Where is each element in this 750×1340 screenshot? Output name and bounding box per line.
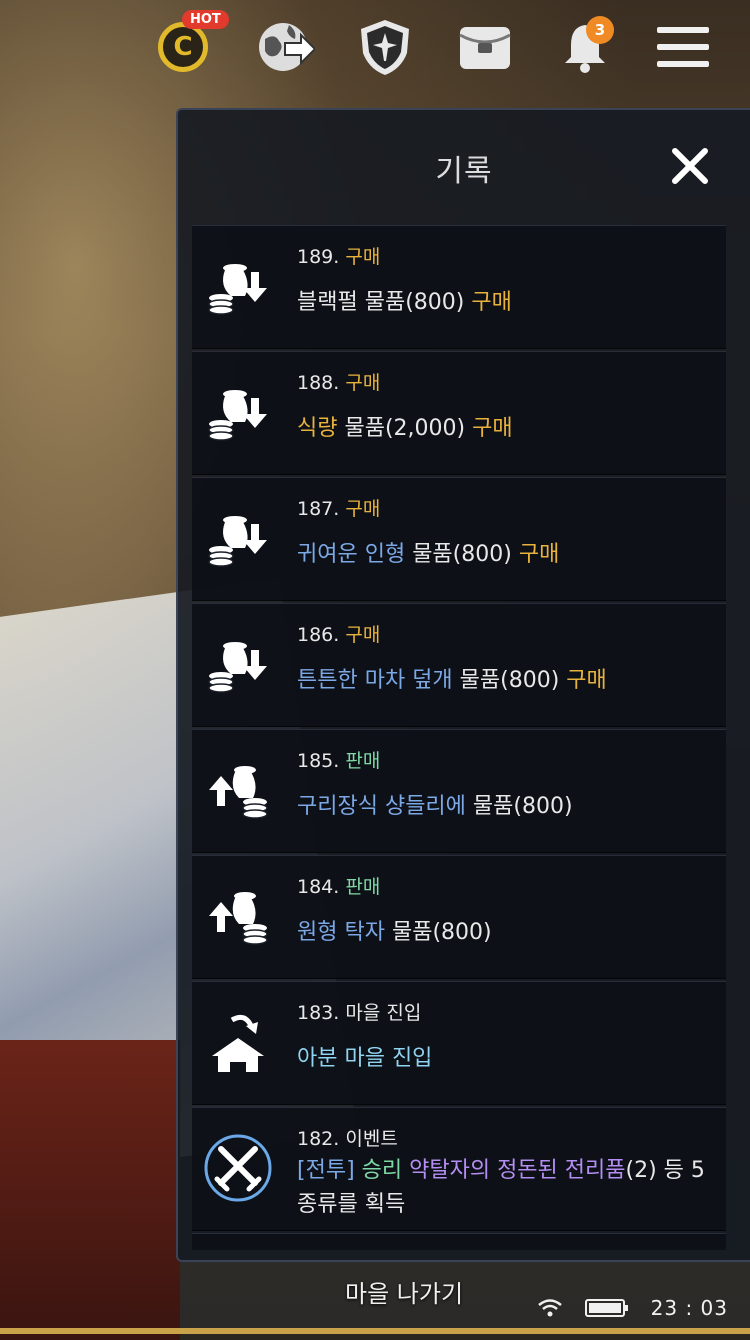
entry-text-segment: [전투] [297, 1158, 362, 1183]
entry-text-segment: 물품(2,000) [337, 416, 473, 441]
entry-description: 귀여운 인형 물품(800) 구매 [297, 538, 716, 572]
entry-header: 188. 구매 [297, 368, 380, 395]
clock-time: 23 : 03 [650, 1296, 728, 1320]
close-icon [672, 148, 708, 184]
entry-description: 원형 탁자 물품(800) [297, 916, 716, 950]
hot-badge: HOT [182, 10, 229, 29]
guild-shield-icon [361, 20, 409, 75]
entry-description: 블랙펄 물품(800) 구매 [297, 286, 716, 320]
record-panel: 기록 189. 구매 블랙펄 물품(800) 구매 188. 구매 식량 물품(2,0… [176, 108, 750, 1262]
mailbox-icon [459, 27, 511, 69]
entry-text-segment: 구매 [566, 668, 607, 693]
world-exit-button[interactable] [252, 14, 318, 80]
entry-header: 184. 판매 [297, 872, 380, 899]
entry-text-segment: 원형 탁자 [297, 920, 385, 945]
crossed-swords-icon [202, 1132, 274, 1204]
battery-icon [584, 1299, 628, 1317]
entry-type: 마을 진입 [345, 1002, 422, 1024]
entry-description: 식량 물품(2,000) 구매 [297, 412, 716, 446]
entry-number: 186. [297, 624, 340, 646]
coin-icon: C [158, 22, 208, 72]
entry-text-segment: 블랙펄 물품(800) [297, 290, 472, 315]
panel-header: 기록 [178, 110, 750, 220]
entry-type: 구매 [345, 624, 381, 646]
entry-type: 구매 [345, 498, 381, 520]
entry-description: 구리장식 샹들리에 물품(800) [297, 790, 716, 824]
bottom-strip [0, 1328, 750, 1334]
village-enter-icon [202, 1006, 274, 1078]
coin-shop-button[interactable]: C HOT [150, 10, 229, 80]
notification-count-badge: 3 [586, 16, 614, 44]
sell-icon [202, 754, 274, 826]
record-entry[interactable]: 187. 구매 귀여운 인형 물품(800) 구매 [192, 477, 726, 601]
status-bar: 23 : 03 [537, 1296, 728, 1320]
entry-number: 182. [297, 1128, 340, 1150]
entry-text-segment: 물품(800) [384, 920, 492, 945]
main-menu-button[interactable] [650, 14, 716, 80]
entry-type: 판매 [345, 876, 381, 898]
buy-icon [202, 628, 274, 700]
entry-number: 183. [297, 1002, 340, 1024]
exit-village-label[interactable]: 마을 나가기 [345, 1274, 463, 1309]
entry-text-segment: 구매 [471, 290, 512, 315]
entry-number: 187. [297, 498, 340, 520]
globe-exit-icon [259, 23, 315, 71]
buy-icon [202, 502, 274, 574]
record-entry[interactable]: 181. 구매 [192, 1233, 726, 1250]
background-wall [0, 1040, 180, 1340]
entry-description: 아분 마을 진입 [297, 1042, 716, 1076]
entry-text-segment: 약탈자의 정돈된 전리품 [402, 1158, 626, 1183]
record-list[interactable]: 189. 구매 블랙펄 물품(800) 구매 188. 구매 식량 물품(2,000)… [192, 225, 726, 1250]
sell-icon [202, 880, 274, 952]
entry-number: 185. [297, 750, 340, 772]
entry-type: 구매 [345, 372, 381, 394]
entry-header: 189. 구매 [297, 242, 380, 269]
entry-header: 182. 이벤트 [297, 1124, 398, 1151]
entry-text-segment: 튼튼한 마차 덮개 [297, 668, 453, 693]
entry-text-segment: 귀여운 인형 [297, 542, 406, 567]
notification-button[interactable]: 3 [552, 14, 618, 80]
entry-header: 183. 마을 진입 [297, 998, 421, 1025]
record-entry[interactable]: 183. 마을 진입아분 마을 진입 [192, 981, 726, 1105]
entry-description: [전투] 승리 약탈자의 정돈된 전리품(2) 등 5 종류를 획득 [297, 1154, 716, 1222]
top-bar: C HOT 3 [150, 10, 730, 84]
entry-number: 184. [297, 876, 340, 898]
entry-header: 187. 구매 [297, 494, 380, 521]
entry-text-segment: 구매 [518, 542, 560, 567]
record-entry[interactable]: 186. 구매 튼튼한 마차 덮개 물품(800) 구매 [192, 603, 726, 727]
record-entry[interactable]: 182. 이벤트 [전투] 승리 약탈자의 정돈된 전리품(2) 등 5 종류를 … [192, 1107, 726, 1231]
buy-icon [202, 376, 274, 448]
entry-text-segment: 물품(800) [405, 542, 519, 567]
entry-number: 188. [297, 372, 340, 394]
mailbox-button[interactable] [452, 14, 518, 80]
entry-text-segment: 승리 [361, 1158, 403, 1183]
entry-text-segment: 식량 [297, 416, 338, 441]
entry-text-segment: 아분 마을 진입 [297, 1046, 433, 1071]
record-entry[interactable]: 185. 판매구리장식 샹들리에 물품(800) [192, 729, 726, 853]
entry-number: 189. [297, 246, 340, 268]
record-entry[interactable]: 184. 판매원형 탁자 물품(800) [192, 855, 726, 979]
record-entry[interactable]: 189. 구매 블랙펄 물품(800) 구매 [192, 225, 726, 349]
entry-type: 구매 [345, 246, 381, 268]
entry-text-segment: 물품(800) [465, 794, 573, 819]
close-button[interactable] [670, 146, 710, 186]
entry-type: 판매 [345, 750, 381, 772]
menu-icon [657, 27, 709, 67]
record-entry[interactable]: 188. 구매 식량 물품(2,000) 구매 [192, 351, 726, 475]
wifi-icon [537, 1299, 562, 1317]
entry-header: 186. 구매 [297, 620, 380, 647]
guild-button[interactable] [352, 14, 418, 80]
entry-text-segment: 구매 [472, 416, 513, 441]
panel-title: 기록 [435, 154, 493, 189]
entry-text-segment: 물품(800) [452, 668, 567, 693]
entry-description: 튼튼한 마차 덮개 물품(800) 구매 [297, 664, 716, 698]
buy-icon [202, 250, 274, 322]
entry-type: 이벤트 [345, 1128, 398, 1150]
entry-text-segment: 구리장식 샹들리에 [297, 794, 466, 819]
entry-header: 185. 판매 [297, 746, 380, 773]
